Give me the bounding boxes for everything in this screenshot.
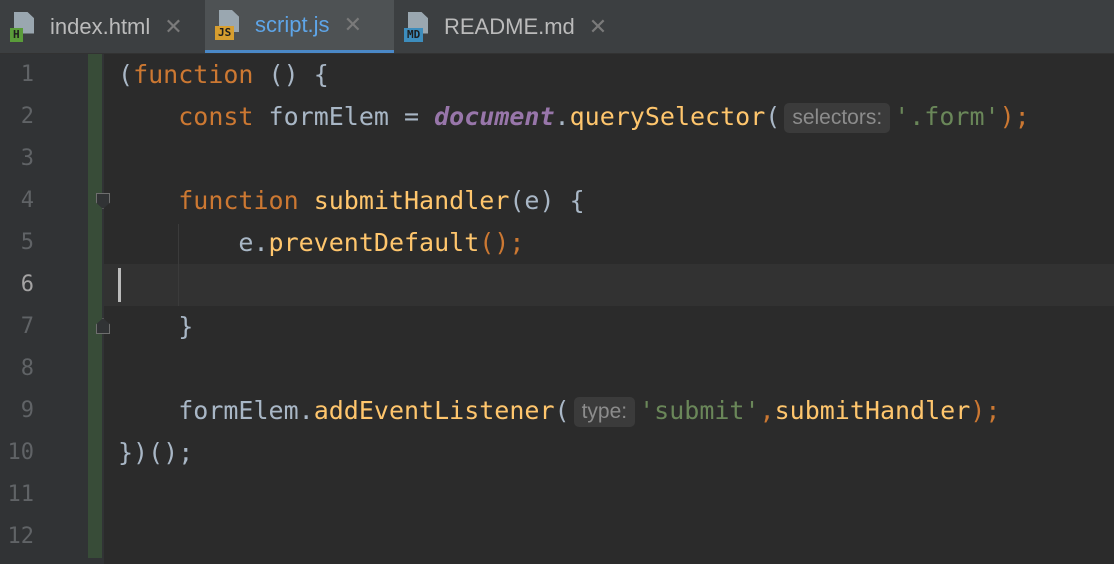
- js-file-icon: JS: [215, 10, 245, 40]
- line-number: 1: [20, 62, 34, 87]
- editor-tab-bar: H index.html ✕ JS script.js ✕ MD README.…: [0, 0, 1114, 54]
- current-line-highlight: [104, 264, 1114, 306]
- close-icon[interactable]: ✕: [589, 14, 607, 40]
- line-number: 11: [7, 482, 35, 507]
- parameter-hint: type:: [573, 397, 636, 427]
- html-file-icon: H: [10, 11, 40, 42]
- code-editor[interactable]: (function () { const formElem = document…: [104, 54, 1114, 564]
- tab-label: index.html: [50, 13, 151, 39]
- tab-label: README.md: [444, 13, 575, 39]
- code-line-4: function submitHandler(e) {: [178, 186, 585, 215]
- close-icon[interactable]: ✕: [344, 12, 362, 38]
- line-number: 10: [7, 440, 35, 465]
- code-line-1: (function () {: [118, 60, 329, 89]
- line-number: 4: [20, 188, 34, 213]
- tab-index-html[interactable]: H index.html ✕: [0, 0, 205, 53]
- tab-readme-md[interactable]: MD README.md ✕: [394, 0, 624, 53]
- close-icon[interactable]: ✕: [164, 14, 182, 40]
- current-line-number: 6: [20, 272, 34, 297]
- code-line-9: formElem.addEventListener(type:'submit',…: [178, 396, 1001, 427]
- text-caret: [118, 268, 121, 302]
- tab-label: script.js: [255, 12, 330, 37]
- line-number: 3: [20, 146, 34, 171]
- line-number: 5: [20, 230, 34, 255]
- code-line-7: }: [178, 312, 194, 341]
- markdown-file-icon: MD: [404, 11, 434, 42]
- tab-script-js[interactable]: JS script.js ✕: [205, 0, 394, 53]
- parameter-hint: selectors:: [784, 103, 891, 133]
- code-line-5: e.preventDefault();: [238, 228, 525, 257]
- vcs-change-marker[interactable]: [88, 54, 102, 558]
- line-number: 12: [7, 524, 35, 549]
- line-number: 7: [20, 314, 34, 339]
- line-number: 8: [20, 356, 34, 381]
- line-number: 2: [20, 104, 34, 129]
- line-number: 9: [20, 398, 34, 423]
- code-line-10: })();: [118, 438, 194, 467]
- code-line-2: const formElem = document.querySelector(…: [178, 102, 1030, 133]
